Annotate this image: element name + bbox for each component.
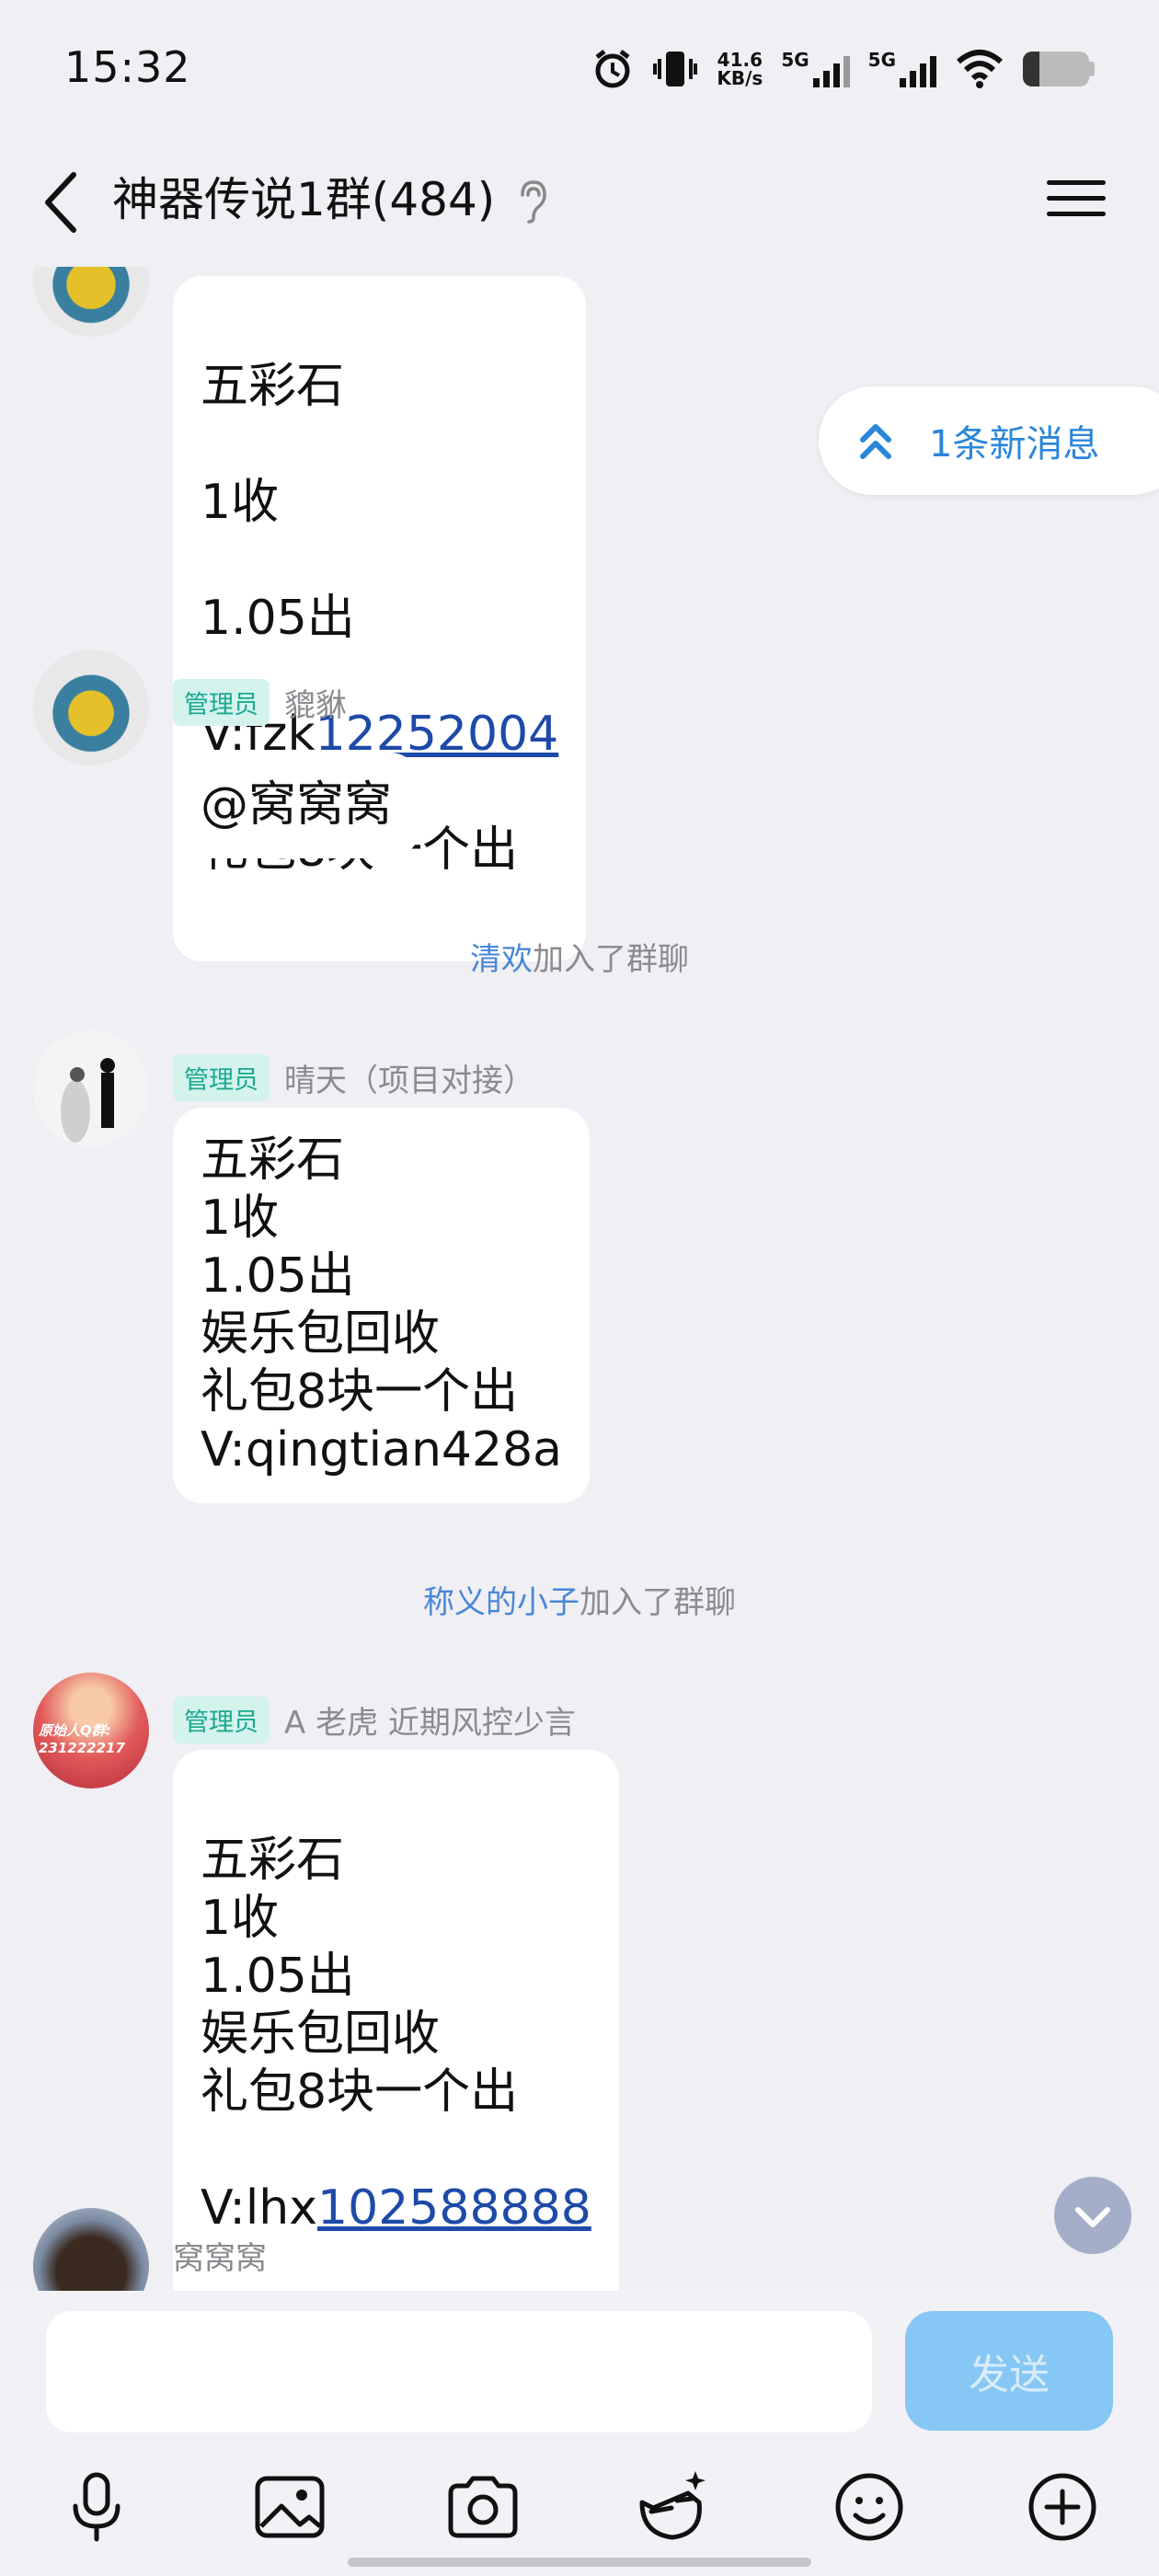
sender-name[interactable]: 晴天（项目对接） (284, 1055, 534, 1100)
avatar[interactable]: 原始人Q群: 231222217 (33, 1673, 149, 1788)
home-indicator[interactable] (348, 2558, 811, 2567)
status-icons: 41.6 KB/s 5G 5G (591, 37, 1095, 101)
chat-header: 神器传说1群(484) (0, 138, 1159, 267)
system-user-name[interactable]: 称义的小子 (423, 1584, 580, 1621)
message-line: 五彩石 (201, 359, 345, 414)
message-bubble[interactable]: 五彩石 1收 1.05出 V:fzk12252004 礼包8块一个出 (173, 276, 587, 961)
message-meta: 窝窝窝 (173, 2232, 267, 2278)
chat-title[interactable]: 神器传说1群(484) (112, 167, 495, 232)
network-speed: 41.6 KB/s (717, 49, 763, 89)
avatar[interactable] (33, 1030, 149, 1146)
system-user-name[interactable]: 清欢 (470, 941, 533, 978)
double-chevron-up-icon (860, 424, 891, 459)
vibrate-icon (653, 52, 698, 86)
scroll-to-bottom-button[interactable] (1054, 2177, 1131, 2254)
input-toolbar (0, 2466, 1159, 2558)
plus-icon[interactable] (1021, 2466, 1104, 2548)
message-line: 1.05出 (201, 591, 355, 646)
message-bubble[interactable] (173, 2283, 421, 2291)
signal-sim2: 5G (868, 51, 936, 87)
menu-icon[interactable] (1047, 171, 1106, 230)
earpiece-mode-icon[interactable] (515, 178, 548, 224)
camera-icon[interactable] (442, 2466, 524, 2548)
input-bar: 发送 (0, 2291, 1159, 2576)
battery-icon (1023, 52, 1089, 86)
sender-name[interactable]: A 老虎 近期风控少言 (284, 1697, 576, 1742)
alarm-icon (595, 50, 630, 88)
phone-link[interactable]: 102588888 (317, 2180, 591, 2236)
message-input[interactable] (46, 2311, 872, 2432)
mic-icon[interactable] (55, 2466, 138, 2548)
back-arrow-icon[interactable] (37, 166, 92, 239)
chevron-down-icon (1075, 2207, 1110, 2227)
admin-badge: 管理员 (173, 678, 270, 726)
admin-badge: 管理员 (173, 1696, 270, 1743)
message-list[interactable]: 五彩石 1收 1.05出 V:fzk12252004 礼包8块一个出 管理员 貔… (0, 267, 1159, 2291)
admin-badge: 管理员 (173, 1053, 270, 1101)
wifi-icon (957, 50, 1003, 88)
send-button[interactable]: 发送 (905, 2311, 1113, 2431)
message-line: V:lhx102588888 (201, 2180, 591, 2236)
avatar-text: 原始人Q群: 231222217 (39, 1722, 125, 1756)
message-bubble[interactable]: @窝窝窝 (173, 753, 420, 858)
new-messages-label: 1条新消息 (929, 423, 1100, 466)
avatar[interactable] (33, 2208, 149, 2291)
emoji-icon[interactable] (828, 2466, 911, 2548)
image-icon[interactable] (248, 2466, 331, 2548)
avatar[interactable] (33, 267, 149, 337)
signal-sim1: 5G (781, 51, 850, 87)
new-messages-pill[interactable]: 1条新消息 (819, 386, 1159, 495)
message-bubble[interactable]: 五彩石 1收 1.05出 娱乐包回收 礼包8块一个出 V:lhx10258888… (173, 1750, 619, 2291)
message-meta: 管理员 貔貅 (173, 678, 347, 726)
message-bubble[interactable]: 五彩石 1收 1.05出 娱乐包回收 礼包8块一个出 V:qingtian428… (173, 1108, 591, 1503)
sticker-icon[interactable] (631, 2466, 714, 2548)
sender-name[interactable]: 貔貅 (284, 680, 347, 725)
status-bar: 15:32 41.6 KB/s 5G 5G (0, 0, 1159, 138)
sender-name[interactable]: 窝窝窝 (173, 2233, 267, 2278)
message-meta: 管理员 晴天（项目对接） (173, 1053, 534, 1101)
message-meta: 管理员 A 老虎 近期风控少言 (173, 1696, 576, 1743)
system-notice: 称义的小子加入了群聊 (423, 1584, 736, 1621)
avatar[interactable] (33, 650, 149, 765)
status-time: 15:32 (64, 42, 191, 92)
message-line: 1收 (201, 475, 280, 530)
system-notice: 清欢加入了群聊 (470, 941, 689, 978)
